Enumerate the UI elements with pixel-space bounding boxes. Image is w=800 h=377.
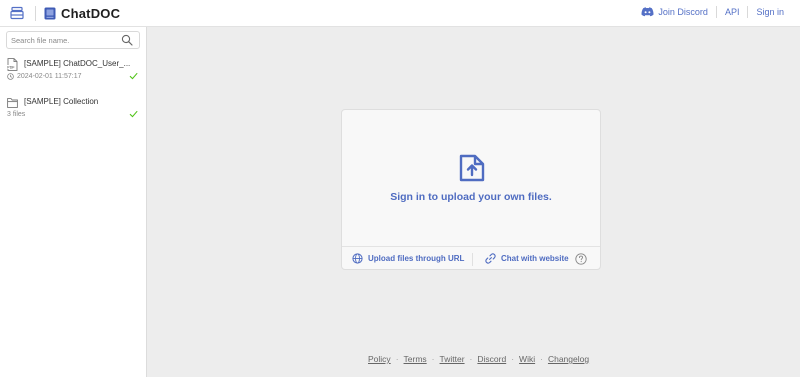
discord-icon: [641, 7, 654, 17]
twitter-link[interactable]: Twitter: [440, 354, 465, 364]
upload-through-url-button[interactable]: Upload files through URL: [352, 253, 464, 264]
terms-link[interactable]: Terms: [404, 354, 427, 364]
api-link[interactable]: API: [725, 7, 740, 17]
app-title[interactable]: ChatDOC: [61, 6, 120, 21]
footer-dot: ·: [540, 354, 543, 364]
file-item-name: [SAMPLE] ChatDOC_User_...: [24, 59, 131, 68]
footer-divider: [472, 253, 473, 266]
search-input[interactable]: [11, 34, 117, 47]
sidebar-toggle-icon[interactable]: [10, 6, 24, 20]
discord-link[interactable]: Discord: [477, 354, 506, 364]
chat-with-website-button[interactable]: Chat with website: [485, 253, 569, 264]
upload-card-footer: Upload files through URL Chat with websi…: [342, 246, 600, 270]
footer-links: Policy · Terms · Twitter · Discord · Wik…: [368, 354, 589, 364]
policy-link[interactable]: Policy: [368, 354, 391, 364]
search-box: [6, 31, 140, 49]
join-discord-label: Join Discord: [658, 7, 708, 17]
wiki-link[interactable]: Wiki: [519, 354, 535, 364]
upload-card[interactable]: Sign in to upload your own files. Upload…: [341, 109, 601, 270]
file-sidebar: PDF [SAMPLE] ChatDOC_User_... 2024-02-01…: [0, 27, 147, 377]
link-icon: [485, 253, 496, 264]
file-count-label: 3 files: [7, 111, 26, 118]
join-discord-link[interactable]: Join Discord: [641, 7, 708, 17]
folder-icon: [7, 98, 18, 108]
pdf-file-icon: PDF: [7, 58, 18, 71]
file-upload-icon: [459, 154, 485, 182]
file-item-name: [SAMPLE] Collection: [24, 97, 99, 106]
chatdoc-logo-icon[interactable]: [44, 7, 56, 20]
sign-in-to-upload-prompt[interactable]: Sign in to upload your own files.: [342, 191, 600, 203]
topbar-divider: [35, 6, 36, 21]
footer-dot: ·: [395, 354, 399, 364]
header-nav: Join Discord API Sign in: [641, 6, 784, 18]
file-item-meta: 2024-02-01 11:57:17: [7, 73, 81, 80]
nav-separator: [747, 6, 749, 18]
chat-with-website-label: Chat with website: [501, 254, 569, 263]
file-item-date: 2024-02-01 11:57:17: [17, 73, 82, 80]
svg-text:PDF: PDF: [7, 65, 15, 69]
search-icon[interactable]: [121, 34, 133, 46]
file-item-count: 3 files: [7, 111, 25, 118]
nav-separator: [715, 6, 717, 18]
sign-in-link[interactable]: Sign in: [756, 7, 784, 17]
file-item-sample-collection[interactable]: [SAMPLE] Collection 3 files: [0, 95, 146, 123]
changelog-link[interactable]: Changelog: [548, 354, 589, 364]
check-icon: [129, 72, 138, 80]
footer-dot: ·: [431, 354, 435, 364]
help-icon[interactable]: [575, 253, 587, 265]
globe-icon: [352, 253, 363, 264]
clock-icon: [7, 73, 14, 80]
check-icon: [129, 110, 138, 118]
footer-dot: ·: [469, 354, 473, 364]
top-bar: ChatDOC Join Discord API Sign in: [0, 0, 800, 27]
upload-through-url-label: Upload files through URL: [368, 254, 465, 263]
file-item-sample-user-guide[interactable]: PDF [SAMPLE] ChatDOC_User_... 2024-02-01…: [0, 57, 146, 87]
footer-dot: ·: [511, 354, 515, 364]
